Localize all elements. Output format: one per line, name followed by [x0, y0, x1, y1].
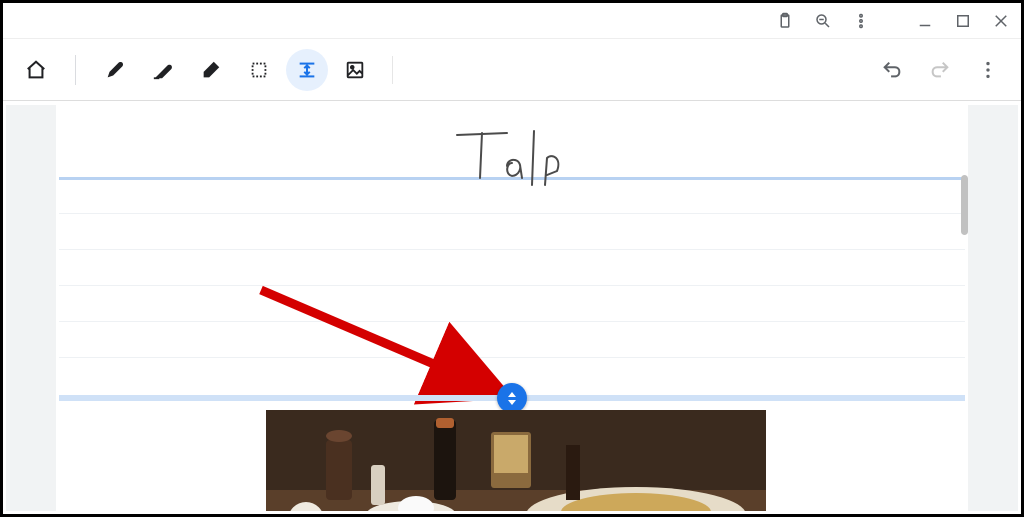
rule-line — [59, 357, 965, 358]
overflow-button[interactable] — [967, 49, 1009, 91]
rule-line — [59, 213, 965, 214]
toolbar — [3, 39, 1021, 101]
zoom-out-icon[interactable] — [811, 9, 835, 33]
spacer-button[interactable] — [286, 49, 328, 91]
window-chrome — [3, 3, 1021, 39]
rule-line — [59, 285, 965, 286]
highlighter-button[interactable] — [142, 49, 184, 91]
separator — [392, 56, 393, 84]
rule-line — [59, 321, 965, 322]
minimize-icon[interactable] — [913, 9, 937, 33]
image-button[interactable] — [334, 49, 376, 91]
scrollbar-thumb[interactable] — [961, 175, 968, 235]
pen-button[interactable] — [94, 49, 136, 91]
undo-button[interactable] — [871, 49, 913, 91]
redo-button[interactable] — [919, 49, 961, 91]
maximize-icon[interactable] — [951, 9, 975, 33]
viewport — [6, 105, 1018, 511]
note-page[interactable] — [56, 105, 968, 511]
inserted-image[interactable] — [266, 410, 766, 511]
rule-line — [59, 249, 965, 250]
eraser-button[interactable] — [190, 49, 232, 91]
home-button[interactable] — [15, 49, 57, 91]
rule-line-heavy — [59, 177, 965, 180]
spacer-handle[interactable] — [497, 383, 527, 413]
close-icon[interactable] — [989, 9, 1013, 33]
more-icon[interactable] — [849, 9, 873, 33]
clipboard-icon[interactable] — [773, 9, 797, 33]
separator — [75, 55, 76, 85]
selection-button[interactable] — [238, 49, 280, 91]
